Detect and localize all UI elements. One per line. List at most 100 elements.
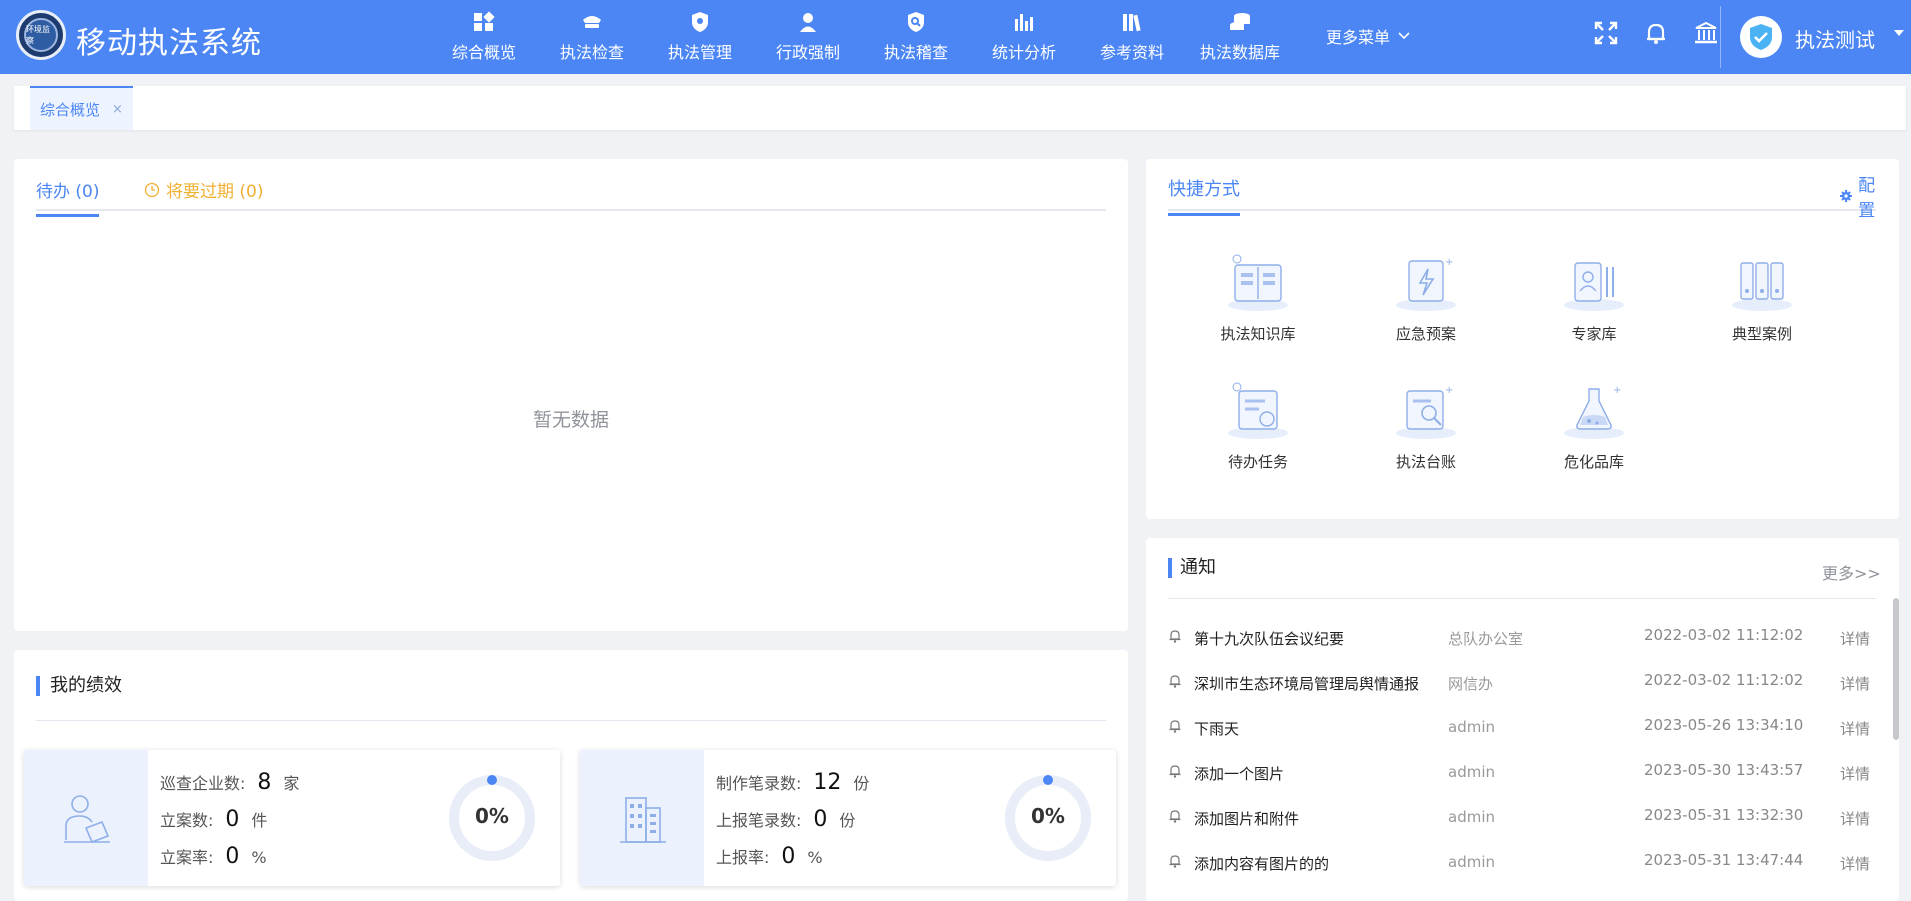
notice-row[interactable]: 下雨天 admin 2023-05-26 13:34:10 详情 xyxy=(1168,712,1876,742)
shortcut-ledger[interactable]: + 执法台账 xyxy=(1366,379,1486,472)
government-building-icon[interactable] xyxy=(1693,20,1719,46)
shortcut-expert[interactable]: 专家库 xyxy=(1534,251,1654,344)
stat-row: 上报笔录数: 0 份 xyxy=(716,807,855,832)
nav-label: 综合概览 xyxy=(451,43,516,62)
close-icon[interactable]: × xyxy=(112,102,123,117)
user-avatar[interactable] xyxy=(1740,16,1782,58)
nav-item-audit[interactable]: 执法稽查 xyxy=(862,0,970,74)
shortcut-label: 专家库 xyxy=(1571,325,1617,343)
emergency-plan-icon: + xyxy=(1396,257,1456,311)
performance-card-inspection: 巡查企业数: 8 家 立案数: 0 件 立案率: 0% 0% xyxy=(24,750,560,886)
svg-text:+: + xyxy=(1445,257,1453,268)
app-logo[interactable]: 环境监察 xyxy=(16,10,66,60)
knowledge-base-icon xyxy=(1228,254,1288,311)
nav-item-management[interactable]: 执法管理 xyxy=(646,0,754,74)
notice-title: 通知 xyxy=(1168,558,1216,578)
more-menu-dropdown[interactable]: 更多菜单 xyxy=(1326,24,1410,48)
user-name[interactable]: 执法测试 xyxy=(1795,24,1875,53)
building-icon xyxy=(620,797,666,843)
top-header: 环境监察 移动执法系统 综合概览 执法检查 执法管理 行政强制 执法稽查 统计分… xyxy=(0,0,1911,74)
notice-row[interactable]: 深圳市生态环境局管理局舆情通报 网信办 2022-03-02 11:12:02 … xyxy=(1168,667,1876,697)
stat-label: 巡查企业数: xyxy=(160,774,246,793)
notice-row[interactable]: 添加一个图片 admin 2023-05-30 13:43:57 详情 xyxy=(1168,757,1876,787)
notice-scrollbar[interactable] xyxy=(1893,598,1899,740)
nav-item-statistics[interactable]: 统计分析 xyxy=(970,0,1078,74)
notice-title-text: 添加内容有图片的的 xyxy=(1194,855,1330,873)
nav-item-overview[interactable]: 综合概览 xyxy=(430,0,538,74)
nav-item-database[interactable]: 执法数据库 xyxy=(1186,0,1294,74)
stat-row: 巡查企业数: 8 家 xyxy=(160,770,299,795)
expert-icon xyxy=(1564,262,1624,311)
page-tabs-bar: 综合概览 × xyxy=(14,86,1906,130)
stat-row: 制作笔录数: 12 份 xyxy=(716,770,869,795)
nav-item-reference[interactable]: 参考资料 xyxy=(1078,0,1186,74)
notice-dept: admin xyxy=(1448,808,1495,826)
fullscreen-icon[interactable] xyxy=(1593,20,1619,46)
card-icon-area xyxy=(580,750,704,886)
progress-percent: 0% xyxy=(1031,804,1065,828)
svg-text:+: + xyxy=(1445,385,1453,396)
notice-dept: admin xyxy=(1448,763,1495,781)
notice-time: 2022-03-02 11:12:02 xyxy=(1644,626,1804,644)
bell-icon xyxy=(1169,675,1181,688)
logo-emblem: 环境监察 xyxy=(24,18,58,52)
detail-link[interactable]: 详情 xyxy=(1840,673,1870,694)
detail-link[interactable]: 详情 xyxy=(1840,718,1870,739)
shortcut-label: 待办任务 xyxy=(1227,453,1288,471)
notice-row[interactable]: 添加图片和附件 admin 2023-05-31 13:32:30 详情 xyxy=(1168,802,1876,832)
notice-dept: admin xyxy=(1448,853,1495,871)
chevron-down-icon xyxy=(1398,32,1410,40)
caret-down-icon[interactable] xyxy=(1894,30,1904,36)
shortcut-label: 典型案例 xyxy=(1731,325,1792,343)
tab-label: 综合概览 xyxy=(40,100,101,119)
progress-percent: 0% xyxy=(475,804,509,828)
tab-pending[interactable]: 待办 (0) xyxy=(36,177,100,217)
bell-icon[interactable] xyxy=(1643,20,1669,46)
bell-icon xyxy=(1169,630,1181,643)
detail-link[interactable]: 详情 xyxy=(1840,808,1870,829)
nav-label: 执法检查 xyxy=(559,43,624,62)
notice-title-text: 第十九次队伍会议纪要 xyxy=(1194,630,1345,648)
more-link[interactable]: 更多>> xyxy=(1822,560,1881,584)
shortcut-emergency-plan[interactable]: + 应急预案 xyxy=(1366,251,1486,344)
stat-row: 上报率: 0% xyxy=(716,844,823,869)
app-title: 移动执法系统 xyxy=(76,26,262,61)
notice-row[interactable]: 第十九次队伍会议纪要 总队办公室 2022-03-02 11:12:02 详情 xyxy=(1168,622,1876,652)
database-icon xyxy=(1230,13,1250,30)
verified-shield-icon xyxy=(1750,24,1772,50)
stat-unit: 份 xyxy=(839,811,856,830)
detail-link[interactable]: 详情 xyxy=(1840,763,1870,784)
nav-item-enforcement[interactable]: 行政强制 xyxy=(754,0,862,74)
nav-label: 统计分析 xyxy=(991,43,1056,62)
shortcut-todo-task[interactable]: 待办任务 xyxy=(1198,379,1318,472)
stat-value: 12 xyxy=(813,770,842,795)
quick-access-panel: 快捷方式 配置 执法知识库 + 应急预案 专家库 典型案例 待办任务 + 执法台… xyxy=(1146,159,1899,519)
stat-label: 制作笔录数: xyxy=(716,774,802,793)
stat-row: 立案率: 0% xyxy=(160,844,267,869)
books-icon xyxy=(1123,14,1141,32)
tab-expiring[interactable]: 将要过期 (0) xyxy=(144,177,263,202)
stat-value: 0 xyxy=(781,844,796,869)
tab-expiring-label: 将要过期 (0) xyxy=(166,182,264,202)
stat-value: 0 xyxy=(225,807,240,832)
header-actions xyxy=(1593,20,1719,46)
card-icon-area xyxy=(24,750,148,886)
config-button[interactable]: 配置 xyxy=(1840,171,1881,221)
divider xyxy=(1168,598,1876,599)
detail-link[interactable]: 详情 xyxy=(1840,853,1870,874)
detail-link[interactable]: 详情 xyxy=(1840,628,1870,649)
notice-row[interactable]: 添加内容有图片的的 admin 2023-05-31 13:47:44 详情 xyxy=(1168,847,1876,877)
shortcut-knowledge-base[interactable]: 执法知识库 xyxy=(1198,251,1318,344)
todo-tabs: 待办 (0) 将要过期 (0) xyxy=(36,159,1106,217)
nav-label: 行政强制 xyxy=(775,43,840,62)
nav-item-inspection[interactable]: 执法检查 xyxy=(538,0,646,74)
tab-overview[interactable]: 综合概览 × xyxy=(30,86,133,130)
todo-panel: 待办 (0) 将要过期 (0) 暂无数据 xyxy=(14,159,1128,631)
notice-title-text: 下雨天 xyxy=(1194,720,1240,738)
stat-value: 0 xyxy=(813,807,828,832)
shortcut-hazardous-chemicals[interactable]: + 危化品库 xyxy=(1534,379,1654,472)
shortcut-typical-cases[interactable]: 典型案例 xyxy=(1702,251,1822,344)
performance-panel: 我的绩效 巡查企业数: 8 家 立案数: 0 件 立案率: 0% 0% 制作笔录数: 12 份… xyxy=(14,650,1128,901)
ledger-icon: + xyxy=(1396,385,1456,439)
stat-label: 上报率: xyxy=(716,848,770,867)
